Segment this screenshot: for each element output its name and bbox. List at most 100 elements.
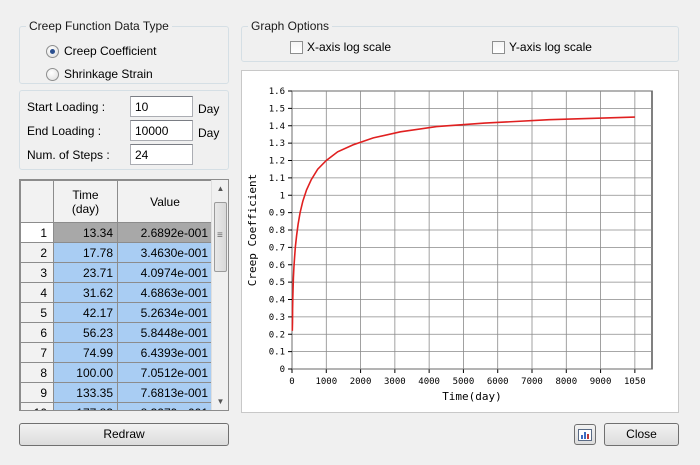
y-tick-label: 1.6: [269, 87, 285, 97]
time-cell[interactable]: 133.35: [53, 382, 118, 403]
time-header-line2: (day): [71, 201, 100, 216]
graph-options-title: Graph Options: [248, 19, 333, 33]
row-index[interactable]: 9: [20, 382, 54, 403]
row-index[interactable]: 2: [20, 242, 54, 263]
y-tick-label: 1.5: [269, 104, 285, 114]
value-cell[interactable]: 2.6892e-001: [117, 222, 213, 243]
value-cell[interactable]: 5.2634e-001: [117, 302, 213, 323]
scroll-up-icon[interactable]: ▲: [212, 180, 228, 197]
row-index[interactable]: 5: [20, 302, 54, 323]
time-column-header[interactable]: Time (day): [53, 180, 118, 223]
end-loading-unit: Day: [198, 126, 220, 140]
num-steps-field[interactable]: [130, 144, 193, 165]
y-tick-label: 1: [280, 191, 285, 201]
table-row[interactable]: 2 17.78 3.4630e-001: [20, 242, 213, 263]
time-cell[interactable]: 74.99: [53, 342, 118, 363]
x-tick-label: 1050: [624, 377, 646, 387]
y-tick-label: 0.8: [269, 226, 285, 236]
x-tick-label: 2000: [350, 377, 372, 387]
scroll-down-icon[interactable]: ▼: [212, 393, 228, 410]
corner-header: [20, 180, 54, 223]
value-cell[interactable]: 4.0974e-001: [117, 262, 213, 283]
time-cell[interactable]: 100.00: [53, 362, 118, 383]
table-row[interactable]: 1 13.34 2.6892e-001: [20, 222, 213, 243]
chart-icon: [578, 429, 592, 441]
value-cell[interactable]: 8.3279e-001: [117, 402, 213, 410]
row-index[interactable]: 6: [20, 322, 54, 343]
x-tick-label: 5000: [453, 377, 475, 387]
radio-indicator[interactable]: [46, 44, 59, 58]
value-cell[interactable]: 3.4630e-001: [117, 242, 213, 263]
y-tick-label: 0.2: [269, 330, 285, 340]
y-tick-label: 1.2: [269, 157, 285, 167]
value-cell[interactable]: 6.4393e-001: [117, 342, 213, 363]
time-cell[interactable]: 31.62: [53, 282, 118, 303]
start-loading-field[interactable]: [130, 96, 193, 117]
row-index[interactable]: 10: [20, 402, 54, 410]
radio-label: Shrinkage Strain: [64, 67, 153, 81]
time-cell[interactable]: 13.34: [53, 222, 118, 243]
y-tick-label: 0: [280, 365, 285, 375]
data-table: Time (day) Value 1 13.34 2.6892e-001 2 17.78…: [20, 180, 213, 410]
start-loading-label: Start Loading :: [27, 100, 106, 114]
y-tick-label: 0.7: [269, 243, 285, 253]
time-cell[interactable]: 23.71: [53, 262, 118, 283]
table-row[interactable]: 8 100.00 7.0512e-001: [20, 362, 213, 383]
table-row[interactable]: 6 56.23 5.8448e-001: [20, 322, 213, 343]
time-cell[interactable]: 177.83: [53, 402, 118, 410]
x-log-checkbox[interactable]: [290, 40, 303, 54]
radio-indicator[interactable]: [46, 67, 59, 81]
y-tick-label: 0.4: [269, 296, 285, 306]
radio-shrinkage-strain[interactable]: Shrinkage Strain: [46, 67, 153, 81]
time-cell[interactable]: 17.78: [53, 242, 118, 263]
y-tick-label: 0.3: [269, 313, 285, 323]
scroll-thumb[interactable]: ≡: [214, 202, 227, 272]
x-tick-label: 6000: [487, 377, 509, 387]
row-index[interactable]: 3: [20, 262, 54, 283]
row-index[interactable]: 7: [20, 342, 54, 363]
graph-panel: 0 1000 2000 3000 4000 5000 6000 7000 8000 9000 105…: [241, 70, 679, 413]
time-header-line1: Time: [72, 187, 99, 202]
end-loading-field[interactable]: [130, 120, 193, 141]
redraw-button[interactable]: Redraw: [19, 423, 229, 446]
value-cell[interactable]: 7.0512e-001: [117, 362, 213, 383]
start-loading-unit: Day: [198, 102, 220, 116]
x-tick-label: 8000: [555, 377, 577, 387]
value-cell[interactable]: 4.6863e-001: [117, 282, 213, 303]
table-row[interactable]: 5 42.17 5.2634e-001: [20, 302, 213, 323]
end-loading-label: End Loading :: [27, 124, 102, 138]
data-grid[interactable]: Time (day) Value 1 13.34 2.6892e-001 2 17.78…: [19, 179, 229, 411]
row-index[interactable]: 8: [20, 362, 54, 383]
time-cell[interactable]: 42.17: [53, 302, 118, 323]
x-axis-label: Time(day): [442, 390, 502, 403]
x-tick-label: 3000: [384, 377, 406, 387]
table-row[interactable]: 10177.838.3279e-001: [20, 402, 213, 410]
y-log-checkbox-row[interactable]: Y-axis log scale: [492, 40, 592, 54]
y-tick-label: 1.3: [269, 139, 285, 149]
close-button[interactable]: Close: [604, 423, 679, 446]
value-cell[interactable]: 7.6813e-001: [117, 382, 213, 403]
x-tick-label: 7000: [521, 377, 543, 387]
radio-creep-coefficient[interactable]: Creep Coefficient: [46, 44, 157, 58]
table-row[interactable]: 3 23.71 4.0974e-001: [20, 262, 213, 283]
creep-chart: 0 1000 2000 3000 4000 5000 6000 7000 8000 9000 105…: [246, 87, 653, 403]
chart-export-button[interactable]: [574, 424, 596, 445]
time-cell[interactable]: 56.23: [53, 322, 118, 343]
num-steps-label: Num. of Steps :: [27, 148, 110, 162]
value-column-header[interactable]: Value: [117, 180, 213, 223]
y-tick-label: 0.9: [269, 209, 285, 219]
y-log-checkbox[interactable]: [492, 40, 505, 54]
row-index[interactable]: 1: [20, 222, 54, 243]
grid-scrollbar[interactable]: ▲ ≡ ▼: [211, 180, 228, 410]
x-log-label: X-axis log scale: [307, 40, 392, 54]
table-row[interactable]: 9 133.35 7.6813e-001: [20, 382, 213, 403]
y-tick-label: 0.5: [269, 278, 285, 288]
x-log-checkbox-row[interactable]: X-axis log scale: [290, 40, 391, 54]
row-index[interactable]: 4: [20, 282, 54, 303]
y-log-label: Y-axis log scale: [509, 40, 592, 54]
table-row[interactable]: 4 31.62 4.6863e-001: [20, 282, 213, 303]
value-cell[interactable]: 5.8448e-001: [117, 322, 213, 343]
table-row[interactable]: 7 74.99 6.4393e-001: [20, 342, 213, 363]
creep-function-group-title: Creep Function Data Type: [26, 19, 172, 33]
x-tick-label: 1000: [315, 377, 337, 387]
